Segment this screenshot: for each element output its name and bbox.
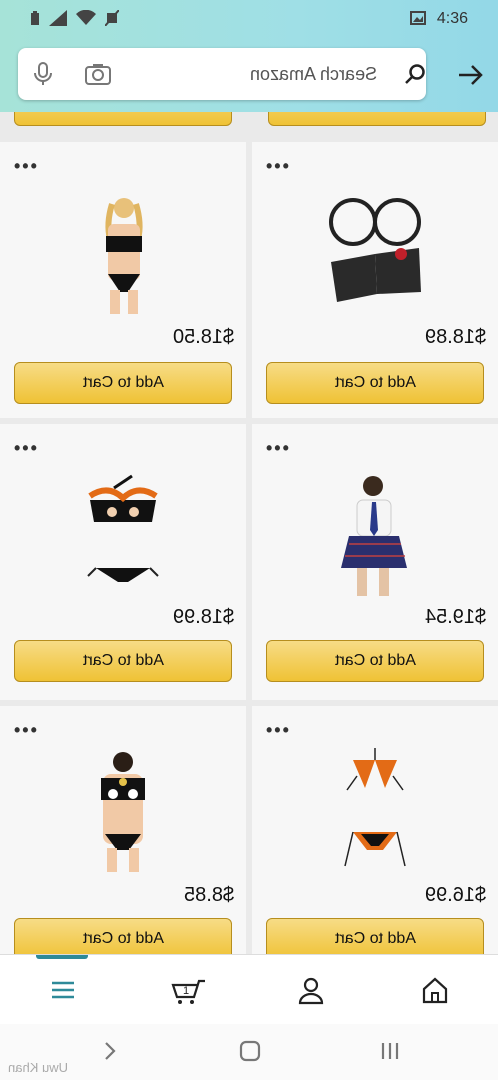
wifi-icon: [76, 10, 96, 25]
product-card[interactable]: ••• $8.85 Add to Cart: [0, 706, 246, 954]
home-nav-icon[interactable]: [238, 1040, 262, 1062]
battery-icon: [31, 11, 39, 25]
product-image[interactable]: [315, 192, 435, 312]
clock: 4:36: [436, 10, 468, 27]
svg-text:1: 1: [183, 985, 189, 997]
add-to-cart-button[interactable]: Add to Cart: [266, 918, 484, 954]
system-navigation-bar: Uwu Khan: [0, 1024, 498, 1080]
product-card[interactable]: ••• $19.54 Add to Cart: [252, 424, 498, 700]
signal-icon: [49, 10, 67, 26]
more-options-icon[interactable]: •••: [14, 156, 39, 177]
more-options-icon[interactable]: •••: [14, 438, 39, 459]
recents-nav-icon[interactable]: [378, 1040, 402, 1062]
account-icon[interactable]: [296, 975, 326, 1005]
product-image[interactable]: [335, 746, 415, 876]
more-options-icon[interactable]: •••: [14, 720, 39, 741]
product-image[interactable]: [88, 194, 158, 314]
add-to-cart-button[interactable]: Add to Cart: [14, 362, 232, 404]
mute-icon: [105, 10, 119, 26]
add-to-cart-button[interactable]: Add to Cart: [266, 640, 484, 682]
back-arrow-icon[interactable]: [456, 61, 484, 89]
search-bar[interactable]: Search Amazon: [18, 48, 426, 100]
add-to-cart-button[interactable]: Add to Cart: [14, 918, 232, 954]
product-image[interactable]: [78, 472, 168, 592]
active-tab-indicator: [36, 955, 88, 959]
product-image[interactable]: [335, 472, 415, 597]
more-options-icon[interactable]: •••: [266, 720, 291, 741]
product-price: $19.54: [424, 606, 486, 628]
back-nav-icon[interactable]: [100, 1040, 120, 1062]
product-grid: ••• $18.50 Add to Cart ••• $18.89 Add to…: [0, 112, 498, 954]
status-bar: 4:36: [0, 0, 498, 36]
status-icons: [30, 10, 119, 26]
more-options-icon[interactable]: •••: [266, 438, 291, 459]
product-price: $18.50: [172, 326, 234, 348]
product-image[interactable]: [83, 750, 163, 872]
product-card[interactable]: ••• $16.99 Add to Cart: [252, 706, 498, 954]
add-to-cart-button[interactable]: Add to Cart: [14, 640, 232, 682]
more-options-icon[interactable]: •••: [266, 156, 291, 177]
bottom-tab-bar: 1: [0, 954, 498, 1025]
gallery-notification-icon: [410, 11, 426, 25]
watermark-text: Uwu Khan: [8, 1060, 68, 1075]
add-to-cart-button[interactable]: Add to Cart: [266, 362, 484, 404]
product-price: $8.85: [183, 884, 234, 906]
product-price: $16.99: [424, 884, 486, 906]
product-price: $18.99: [172, 606, 234, 628]
add-to-cart-button-partial[interactable]: [268, 112, 486, 126]
camera-icon[interactable]: [84, 62, 112, 86]
product-card[interactable]: ••• $18.50 Add to Cart: [0, 142, 246, 418]
search-input[interactable]: Search Amazon: [250, 64, 377, 85]
product-card[interactable]: ••• $18.99 Add to Cart: [0, 424, 246, 700]
product-price: $18.89: [424, 326, 486, 348]
add-to-cart-button-partial[interactable]: [14, 112, 232, 126]
search-icon[interactable]: [404, 63, 426, 85]
home-icon[interactable]: [420, 975, 450, 1005]
product-card[interactable]: ••• $18.89 Add to Cart: [252, 142, 498, 418]
menu-icon[interactable]: [48, 975, 78, 1005]
microphone-icon[interactable]: [32, 61, 54, 87]
app-header: 4:36 Search Amazon: [0, 0, 498, 112]
cart-icon[interactable]: 1: [171, 975, 207, 1005]
